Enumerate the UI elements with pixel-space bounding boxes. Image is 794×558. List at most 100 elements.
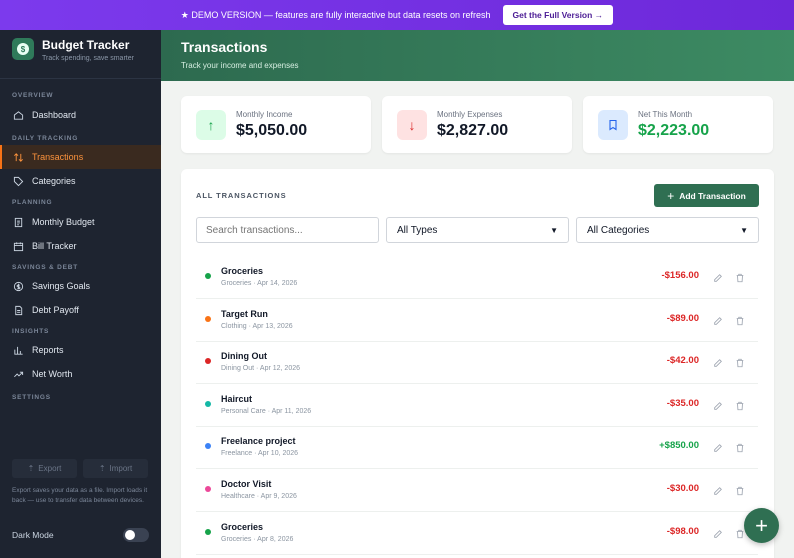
section-settings: SETTINGS	[12, 394, 51, 401]
get-full-version-button[interactable]: Get the Full Version →	[502, 5, 614, 25]
sidebar-item-net-worth[interactable]: Net Worth	[0, 362, 161, 386]
category-dot	[205, 400, 211, 407]
edit-icon[interactable]	[713, 398, 723, 410]
edit-icon[interactable]	[713, 483, 723, 495]
transaction-row[interactable]: Dining Out Dining Out · Apr 12, 2026 -$42.…	[196, 341, 758, 385]
trash-icon[interactable]	[735, 313, 745, 325]
trending-up-icon	[14, 371, 24, 377]
sidebar: $ Budget Tracker Track spending, save sm…	[0, 30, 161, 558]
sidebar-item-label: Reports	[32, 345, 64, 355]
upload-icon: ⇡	[27, 464, 35, 473]
export-import-group: ⇡ Export ⇡ Import	[12, 459, 148, 478]
chevron-down-icon: ▼	[550, 225, 558, 235]
transaction-name: Groceries	[221, 266, 264, 276]
category-dot	[205, 315, 211, 322]
sidebar-item-categories[interactable]: Categories	[0, 169, 161, 193]
sidebar-item-dashboard[interactable]: Dashboard	[0, 103, 161, 127]
transaction-meta: Groceries · Apr 8, 2026	[221, 535, 294, 543]
transactions-panel: ALL TRANSACTIONS + Add Transaction All T…	[181, 169, 774, 558]
floating-add-button[interactable]: +	[744, 508, 779, 543]
transaction-amount: -$89.00	[666, 312, 699, 324]
section-insights: INSIGHTS	[12, 328, 50, 335]
edit-icon[interactable]	[713, 270, 723, 282]
sidebar-item-debt-payoff[interactable]: Debt Payoff	[0, 298, 161, 322]
sidebar-item-transactions[interactable]: Transactions	[0, 145, 161, 169]
transaction-row[interactable]: Groceries Groceries · Apr 14, 2026 -$156.0…	[196, 256, 758, 299]
sidebar-item-label: Transactions	[32, 152, 84, 162]
category-dot	[205, 273, 211, 279]
category-dot	[205, 358, 211, 365]
expenses-value: $2,827.00	[437, 121, 509, 139]
export-label: Export	[38, 464, 62, 473]
add-transaction-button[interactable]: + Add Transaction	[654, 184, 759, 207]
brand-subtitle: Track spending, save smarter	[42, 55, 134, 62]
arrow-up-icon: ↑	[196, 109, 226, 140]
swap-arrows-icon	[14, 152, 23, 162]
transaction-amount: -$156.00	[661, 270, 699, 281]
sidebar-item-label: Categories	[32, 176, 76, 186]
export-button[interactable]: ⇡ Export	[12, 459, 77, 478]
document-icon	[15, 305, 23, 315]
category-dot	[205, 528, 211, 535]
trash-icon[interactable]	[735, 440, 745, 453]
type-filter-select[interactable]: All Types ▼	[386, 217, 569, 243]
trash-icon[interactable]	[735, 270, 745, 283]
section-overview: OVERVIEW	[12, 92, 54, 99]
transaction-name: Doctor Visit	[221, 479, 272, 489]
export-import-note: Export saves your data as a file. Import…	[12, 487, 148, 504]
import-button[interactable]: ⇡ Import	[83, 459, 148, 478]
category-dot	[205, 443, 211, 450]
transaction-amount: -$42.00	[666, 355, 699, 367]
edit-icon[interactable]	[713, 526, 723, 538]
trash-icon[interactable]	[735, 483, 745, 496]
dollar-circle-icon	[13, 281, 24, 291]
transaction-meta: Healthcare · Apr 9, 2026	[221, 493, 297, 500]
edit-icon[interactable]	[713, 355, 723, 367]
panel-title: ALL TRANSACTIONS	[196, 191, 287, 200]
sidebar-item-reports[interactable]: Reports	[0, 338, 161, 362]
income-card: ↑ Monthly Income $5,050.00	[181, 96, 371, 153]
page-subtitle: Track your income and expenses	[181, 61, 299, 70]
sidebar-item-monthly-budget[interactable]: Monthly Budget	[0, 210, 161, 234]
edit-icon[interactable]	[713, 313, 723, 325]
upload-icon: ⇡	[98, 464, 106, 473]
trash-icon[interactable]	[735, 355, 745, 368]
transaction-meta: Groceries · Apr 14, 2026	[221, 280, 298, 287]
category-dot	[205, 486, 211, 492]
net-card: Net This Month $2,223.00	[583, 96, 773, 153]
home-icon	[13, 110, 24, 120]
edit-icon[interactable]	[713, 440, 723, 453]
income-value: $5,050.00	[236, 121, 308, 139]
brand: $ Budget Tracker Track spending, save sm…	[0, 30, 161, 72]
bookmark-icon	[598, 109, 628, 140]
dollar-logo-icon: $	[12, 38, 34, 60]
transaction-row[interactable]: Doctor Visit Healthcare · Apr 9, 2026 -$30…	[196, 469, 758, 512]
plus-icon: +	[755, 512, 768, 538]
income-label: Monthly Income	[236, 109, 293, 119]
transaction-name: Target Run	[221, 308, 268, 319]
transaction-name: Freelance project	[221, 436, 296, 447]
category-filter-value: All Categories	[587, 224, 650, 236]
page-header: Transactions Track your income and expen…	[161, 30, 794, 81]
type-filter-value: All Types	[397, 224, 438, 236]
category-filter-select[interactable]: All Categories ▼	[576, 217, 759, 243]
transaction-row[interactable]: Target Run Clothing · Apr 13, 2026 -$89.00	[196, 299, 758, 342]
sidebar-item-savings-goals[interactable]: Savings Goals	[0, 274, 161, 298]
dark-mode-label: Dark Mode	[12, 530, 54, 540]
tag-icon	[13, 176, 24, 186]
transaction-row[interactable]: Haircut Personal Care · Apr 11, 2026 -$35.…	[196, 384, 758, 427]
search-input[interactable]	[196, 217, 379, 243]
transaction-name: Dining Out	[221, 351, 267, 362]
add-transaction-label: Add Transaction	[679, 190, 746, 201]
transaction-row[interactable]: Groceries Groceries · Apr 8, 2026 -$98.00	[196, 512, 758, 555]
sidebar-item-label: Bill Tracker	[32, 241, 77, 251]
demo-banner: ★ DEMO VERSION — features are fully inte…	[0, 0, 794, 30]
transaction-row[interactable]: Freelance project Freelance · Apr 10, 202…	[196, 426, 758, 470]
trash-icon[interactable]	[735, 398, 745, 410]
sidebar-item-label: Savings Goals	[32, 281, 91, 291]
page-title: Transactions	[181, 39, 268, 55]
sidebar-item-bill-tracker[interactable]: Bill Tracker	[0, 234, 161, 258]
dark-mode-toggle[interactable]	[123, 528, 149, 542]
sidebar-item-label: Net Worth	[32, 369, 73, 379]
dark-mode-row: Dark Mode	[12, 528, 149, 542]
